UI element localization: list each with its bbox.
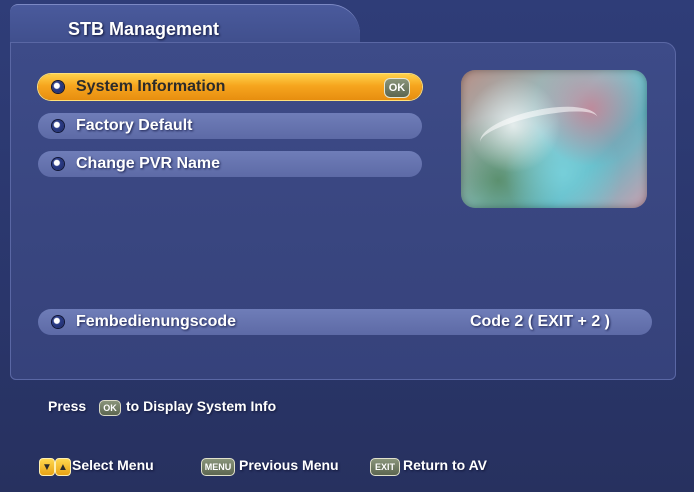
bullet-icon	[52, 120, 64, 132]
page-title: STB Management	[68, 19, 220, 39]
menu-item-label: System Information	[76, 78, 226, 95]
bullet-icon	[52, 158, 64, 170]
legend-previous-menu: Previous Menu	[239, 457, 339, 473]
menu-item-remote-code[interactable]: Fembedienungscode Code 2 ( EXIT + 2 )	[38, 309, 652, 335]
legend-select-menu: Select Menu	[72, 457, 154, 473]
exit-key-icon: EXIT	[370, 458, 400, 476]
stb-screen: STB Management System Information OK Fac…	[0, 0, 694, 492]
down-arrow-icon: ▼	[39, 458, 55, 476]
menu-item-label: Factory Default	[76, 117, 193, 134]
bullet-icon	[52, 81, 64, 93]
menu-item-system-information[interactable]: System Information OK	[38, 74, 422, 100]
setting-label: Fembedienungscode	[76, 313, 237, 330]
legend-return-to-av: Return to AV	[403, 457, 487, 473]
setting-value: Code 2 ( EXIT + 2 )	[469, 313, 610, 330]
bullet-icon	[52, 316, 64, 328]
key-legend: ▼ ▲ Select Menu MENU Previous Menu EXIT …	[10, 452, 676, 480]
menu-item-change-pvr-name[interactable]: Change PVR Name	[38, 151, 422, 177]
video-preview-image	[461, 70, 647, 208]
ok-key-icon: OK	[99, 400, 121, 416]
menu-item-label: Change PVR Name	[76, 155, 221, 172]
up-arrow-icon: ▲	[55, 458, 71, 476]
ok-button-icon: OK	[384, 78, 410, 98]
help-bar: Press OK to Display System Info	[10, 390, 676, 422]
menu-item-factory-default[interactable]: Factory Default	[38, 113, 422, 139]
help-press-text: Press	[48, 398, 87, 414]
help-text: to Display System Info	[126, 398, 277, 414]
menu-key-icon: MENU	[201, 458, 235, 476]
